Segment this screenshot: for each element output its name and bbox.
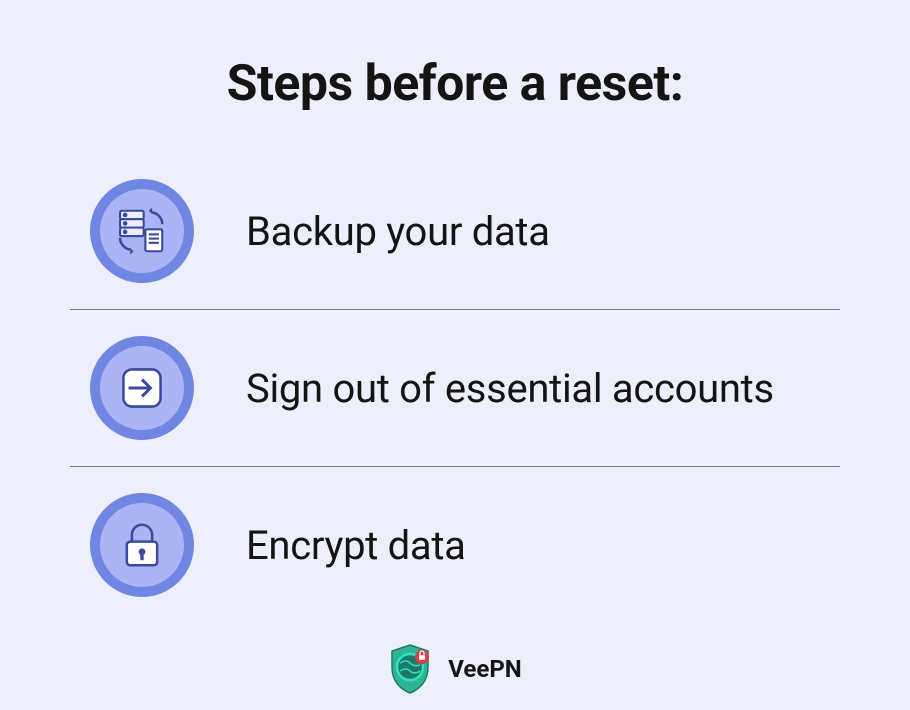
step-row: Sign out of essential accounts bbox=[70, 309, 840, 466]
step-label: Sign out of essential accounts bbox=[246, 365, 774, 412]
brand-name: VeePN bbox=[448, 655, 522, 683]
step-label: Encrypt data bbox=[246, 522, 466, 569]
step-label: Backup your data bbox=[246, 208, 550, 255]
brand: VeePN bbox=[388, 643, 522, 695]
brand-logo-icon bbox=[388, 643, 432, 695]
lock-icon bbox=[90, 493, 194, 597]
page-title: Steps before a reset: bbox=[227, 55, 684, 113]
step-row: Encrypt data bbox=[70, 466, 840, 623]
backup-icon bbox=[90, 179, 194, 283]
step-row: Backup your data bbox=[70, 153, 840, 309]
steps-list: Backup your data Sign out of essential a… bbox=[70, 153, 840, 623]
signout-icon bbox=[90, 336, 194, 440]
